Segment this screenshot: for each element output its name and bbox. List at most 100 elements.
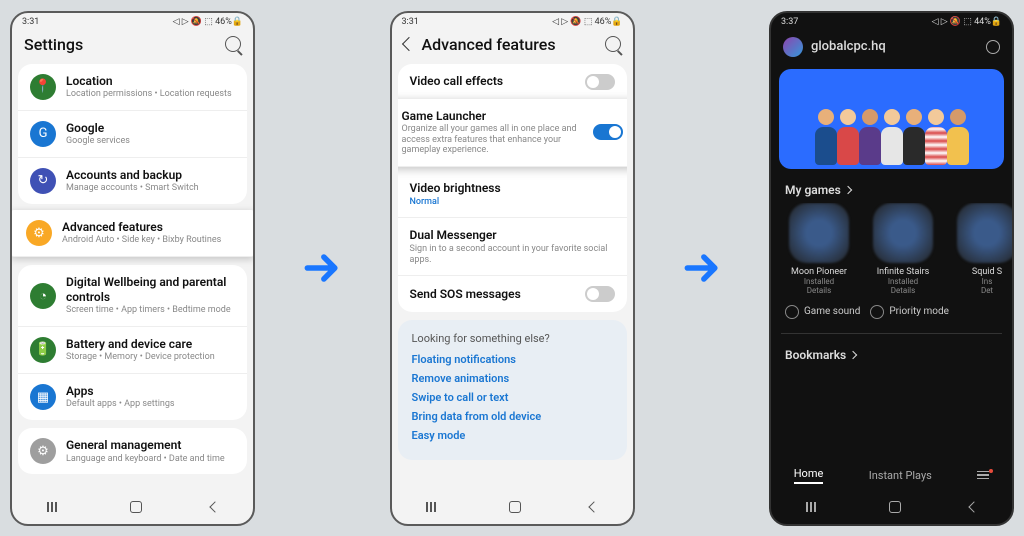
row-subtitle: Google services [66,136,235,147]
game-tile[interactable]: Moon Pioneer Installed Details [781,203,857,295]
nav-back-icon[interactable] [209,501,220,512]
feature-row-2[interactable]: Video brightness Normal [398,171,627,218]
row-title: Apps [66,384,235,398]
game-details: Det [949,286,1012,295]
game-icon [957,203,1012,263]
row-subtitle: Manage accounts • Smart Switch [66,183,235,194]
settings-row-0[interactable]: 📍 Location Location permissions • Locati… [18,64,247,111]
settings-row-2[interactable]: ↻ Accounts and backup Manage accounts • … [18,158,247,204]
row-title: Send SOS messages [410,287,575,301]
row-title: Google [66,121,235,135]
android-navbar [771,490,1012,524]
suggest-link[interactable]: Bring data from old device [412,410,613,423]
page-title: Advanced features [422,35,597,54]
game-name: Squid S [949,267,1012,277]
promo-banner[interactable] [779,69,1004,169]
row-title: Digital Wellbeing and parental controls [66,275,235,304]
suggestions-card: Looking for something else? Floating not… [398,320,627,460]
tab-instant-plays[interactable]: Instant Plays [869,469,932,482]
suggest-link[interactable]: Easy mode [412,429,613,442]
game-details: Details [865,286,941,295]
android-navbar [392,490,633,524]
status-time: 3:31 [22,17,39,27]
feature-row-4[interactable]: Send SOS messages [398,276,627,312]
status-bar: 3:37 ◁ ▷ 🔕 ⬚ 44%🔒 [771,13,1012,29]
status-bar: 3:31 ◁ ▷ 🔕 ⬚ 46%🔒 [392,13,633,29]
menu-icon[interactable] [977,471,989,480]
row-subtitle: Language and keyboard • Date and time [66,454,235,465]
search-icon[interactable] [225,36,241,52]
settings-row-b0[interactable]: ◔ Digital Wellbeing and parental control… [18,265,247,327]
bookmarks-header[interactable]: Bookmarks [771,338,1012,368]
suggestions-title: Looking for something else? [412,332,613,345]
game-status: Installed [781,277,857,286]
toggle[interactable] [585,286,615,302]
row-subtitle: Storage • Memory • Device protection [66,352,235,363]
settings-row-b2[interactable]: ▦ Apps Default apps • App settings [18,374,247,420]
page-title: Settings [24,35,217,54]
settings-row-advanced-features[interactable]: ⚙ Advanced features Android Auto • Side … [12,210,253,257]
toggle[interactable] [585,74,615,90]
settings-row-c0[interactable]: ⚙ General management Language and keyboa… [18,428,247,474]
row-title: Video brightness [410,181,615,195]
nav-recent-icon[interactable] [47,502,61,512]
status-time: 3:37 [781,17,798,27]
bottom-tabs: Home Instant Plays [771,461,1012,490]
game-name: Infinite Stairs [865,267,941,277]
sound-icon [785,305,799,319]
nav-home-icon[interactable] [130,501,142,513]
game-tile[interactable]: Infinite Stairs Installed Details [865,203,941,295]
row-title: Video call effects [410,74,575,88]
game-details: Details [781,286,857,295]
avatar[interactable] [783,37,803,57]
feature-row-0[interactable]: Video call effects [398,64,627,101]
nav-home-icon[interactable] [889,501,901,513]
toggle[interactable] [593,124,623,140]
row-title: Advanced features [62,220,239,234]
phone-advanced-features: 3:31 ◁ ▷ 🔕 ⬚ 46%🔒 Advanced features Vide… [390,11,635,526]
game-sound-button[interactable]: Game sound [785,305,860,319]
row-subtitle: Organize all your games all in one place… [402,124,583,156]
suggest-link[interactable]: Floating notifications [412,353,613,366]
row-title: Battery and device care [66,337,235,351]
row-subtitle: Normal [410,197,615,208]
row-title: Dual Messenger [410,228,615,242]
status-right: ◁ ▷ 🔕 ⬚ 46%🔒 [173,17,243,27]
game-status: Ins [949,277,1012,286]
game-status: Installed [865,277,941,286]
row-icon: ⚙ [30,438,56,464]
arrow-icon [677,243,727,293]
suggest-link[interactable]: Remove animations [412,372,613,385]
my-games-header[interactable]: My games [771,173,1012,203]
nav-recent-icon[interactable] [426,502,440,512]
android-navbar [12,490,253,524]
nav-back-icon[interactable] [968,501,979,512]
row-title: Location [66,74,235,88]
row-icon: G [30,121,56,147]
back-icon[interactable] [401,37,415,51]
feature-row-1[interactable]: Game LauncherOrganize all your games all… [398,99,627,168]
tab-home[interactable]: Home [794,467,824,484]
game-tile[interactable]: Squid S Ins Det [949,203,1012,295]
timer-icon[interactable] [986,40,1000,54]
settings-row-1[interactable]: G Google Google services [18,111,247,158]
nav-back-icon[interactable] [588,501,599,512]
row-title: General management [66,438,235,452]
chevron-right-icon [849,350,857,358]
row-subtitle: Default apps • App settings [66,399,235,410]
nav-recent-icon[interactable] [806,502,820,512]
suggest-link[interactable]: Swipe to call or text [412,391,613,404]
row-icon: ▦ [30,384,56,410]
priority-mode-button[interactable]: Priority mode [870,305,949,319]
row-subtitle: Location permissions • Location requests [66,89,235,100]
row-icon: 📍 [30,74,56,100]
row-icon: ↻ [30,168,56,194]
nav-home-icon[interactable] [509,501,521,513]
status-time: 3:31 [402,17,419,27]
settings-row-b1[interactable]: 🔋 Battery and device care Storage • Memo… [18,327,247,374]
row-icon: ◔ [30,283,56,309]
feature-row-3[interactable]: Dual MessengerSign in to a second accoun… [398,218,627,276]
search-icon[interactable] [605,36,621,52]
phone-game-launcher: 3:37 ◁ ▷ 🔕 ⬚ 44%🔒 globalcpc.hq My games [769,11,1014,526]
row-subtitle: Android Auto • Side key • Bixby Routines [62,235,239,246]
